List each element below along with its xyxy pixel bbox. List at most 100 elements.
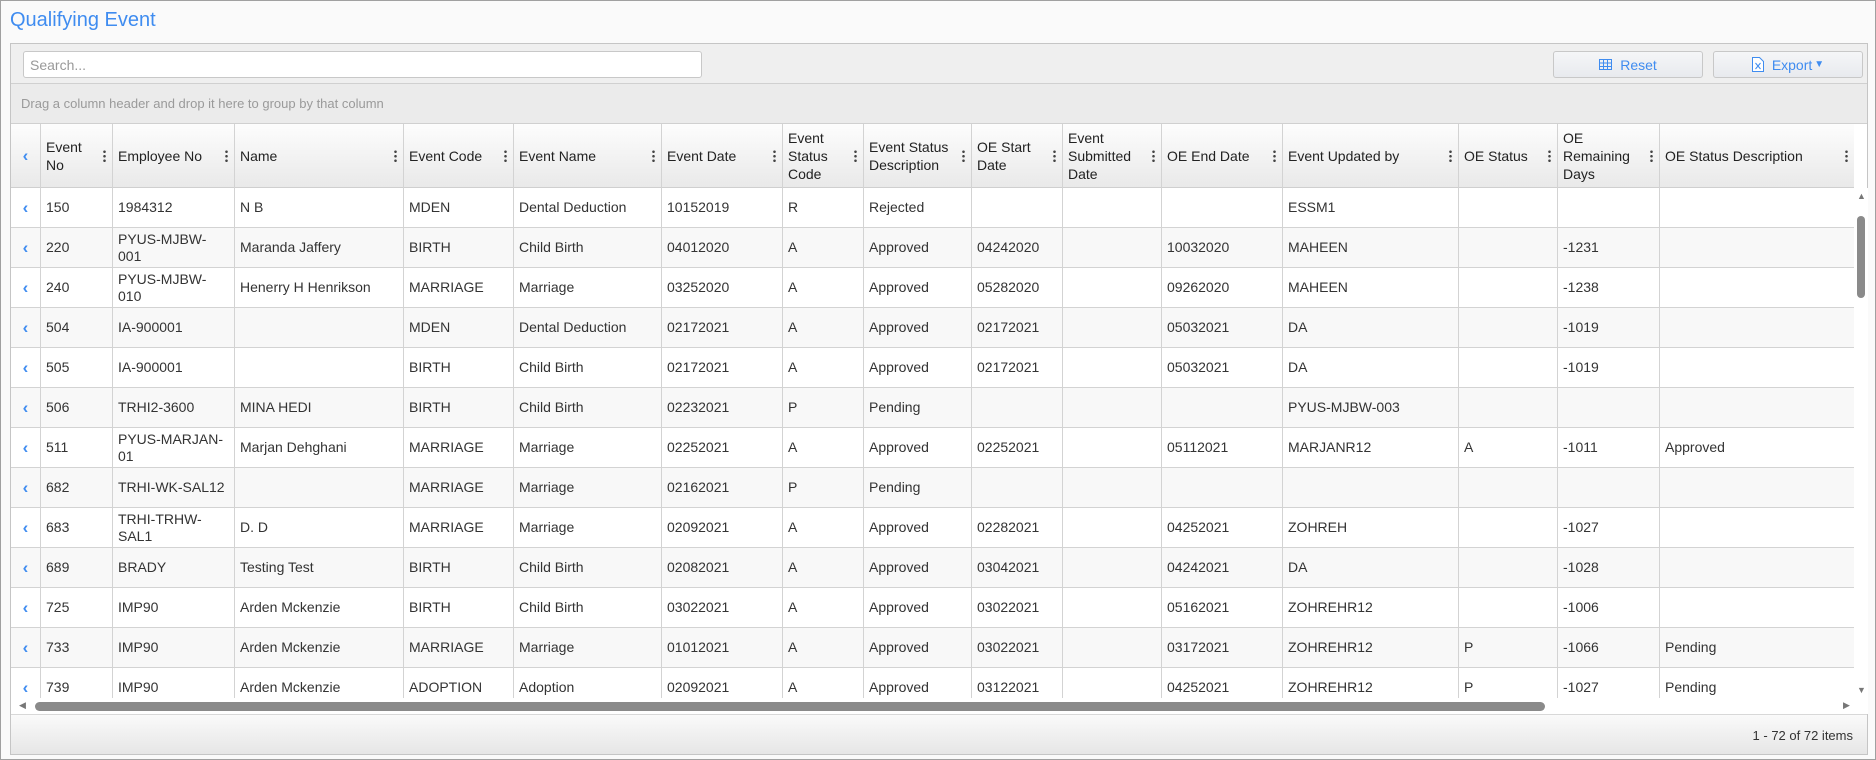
chevron-left-icon[interactable]: ‹ bbox=[23, 479, 29, 496]
table-row[interactable]: ‹ 739 IMP90 Arden Mckenzie ADOPTION Adoption 0… bbox=[11, 668, 1854, 698]
reset-button[interactable]: Reset bbox=[1553, 51, 1703, 78]
expand-row-cell[interactable]: ‹ bbox=[11, 228, 40, 267]
chevron-left-icon[interactable]: ‹ bbox=[23, 599, 29, 616]
column-header-event-name[interactable]: Event Name bbox=[513, 124, 661, 188]
chevron-left-icon[interactable]: ‹ bbox=[23, 439, 29, 456]
expand-row-cell[interactable]: ‹ bbox=[11, 308, 40, 347]
cell-employee-no: IMP90 bbox=[112, 588, 234, 627]
chevron-left-icon[interactable]: ‹ bbox=[23, 519, 29, 536]
table-row[interactable]: ‹ 689 BRADY Testing Test BIRTH Child Birth 020… bbox=[11, 548, 1854, 588]
column-header-event-updated-by[interactable]: Event Updated by bbox=[1282, 124, 1458, 188]
column-menu-icon[interactable] bbox=[1053, 149, 1056, 163]
cell-event-date: 02092021 bbox=[661, 668, 782, 698]
column-menu-icon[interactable] bbox=[854, 149, 857, 163]
table-row[interactable]: ‹ 682 TRHI-WK-SAL12 MARRIAGE Marriage 0216202… bbox=[11, 468, 1854, 508]
cell-event-status-code: A bbox=[782, 548, 863, 587]
cell-oe-status-description bbox=[1659, 348, 1854, 387]
column-menu-icon[interactable] bbox=[394, 149, 397, 163]
cell-oe-status-description bbox=[1659, 188, 1854, 227]
cell-event-status-code: A bbox=[782, 428, 863, 467]
table-row[interactable]: ‹ 150 1984312 N B MDEN Dental Deduction 101520… bbox=[11, 188, 1854, 228]
cell-oe-remaining-days: -1011 bbox=[1557, 428, 1659, 467]
scroll-down-icon[interactable]: ▼ bbox=[1857, 685, 1866, 695]
column-menu-icon[interactable] bbox=[504, 149, 507, 163]
column-menu-icon[interactable] bbox=[652, 149, 655, 163]
column-menu-icon[interactable] bbox=[225, 149, 228, 163]
cell-event-updated-by: MARJANR12 bbox=[1282, 428, 1458, 467]
export-button[interactable]: Export ▼ bbox=[1713, 51, 1863, 78]
cell-event-no: 240 bbox=[40, 268, 112, 307]
expand-row-cell[interactable]: ‹ bbox=[11, 388, 40, 427]
vertical-scrollbar[interactable]: ▲ ▼ bbox=[1854, 188, 1868, 698]
column-header-event-submitted-date[interactable]: Event Submitted Date bbox=[1062, 124, 1161, 188]
cell-oe-status-description: Pending bbox=[1659, 668, 1854, 698]
table-row[interactable]: ‹ 511 PYUS-MARJAN-01 Marjan Dehghani MARRIAG… bbox=[11, 428, 1854, 468]
chevron-left-icon[interactable]: ‹ bbox=[23, 147, 29, 165]
horizontal-scroll-thumb[interactable] bbox=[35, 702, 1545, 711]
expand-row-cell[interactable]: ‹ bbox=[11, 588, 40, 627]
cell-event-name: Child Birth bbox=[513, 588, 661, 627]
column-header-event-date[interactable]: Event Date bbox=[661, 124, 782, 188]
expand-row-cell[interactable]: ‹ bbox=[11, 348, 40, 387]
column-header-event-status-code[interactable]: Event Status Code bbox=[782, 124, 863, 188]
column-header-oe-status[interactable]: OE Status bbox=[1458, 124, 1557, 188]
expand-row-cell[interactable]: ‹ bbox=[11, 548, 40, 587]
table-row[interactable]: ‹ 683 TRHI-TRHW-SAL1 D. D MARRIAGE Marriage 02… bbox=[11, 508, 1854, 548]
cell-event-name: Child Birth bbox=[513, 228, 661, 267]
chevron-left-icon[interactable]: ‹ bbox=[23, 399, 29, 416]
column-header-name[interactable]: Name bbox=[234, 124, 403, 188]
cell-event-date: 10152019 bbox=[661, 188, 782, 227]
table-row[interactable]: ‹ 220 PYUS-MJBW-001 Maranda Jaffery BIRTH Chi… bbox=[11, 228, 1854, 268]
column-header-event-status-description[interactable]: Event Status Description bbox=[863, 124, 971, 188]
chevron-left-icon[interactable]: ‹ bbox=[23, 679, 29, 696]
search-input[interactable] bbox=[23, 51, 702, 78]
column-menu-icon[interactable] bbox=[962, 149, 965, 163]
scroll-right-icon[interactable]: ▶ bbox=[1843, 700, 1850, 711]
scroll-left-icon[interactable]: ◀ bbox=[19, 700, 26, 711]
column-header-oe-end-date[interactable]: OE End Date bbox=[1161, 124, 1282, 188]
cell-event-submitted-date bbox=[1062, 388, 1161, 427]
column-header-oe-remaining-days[interactable]: OE Remaining Days bbox=[1557, 124, 1659, 188]
table-row[interactable]: ‹ 240 PYUS-MJBW-010 Henerry H Henrikson MARR… bbox=[11, 268, 1854, 308]
column-menu-icon[interactable] bbox=[1449, 149, 1452, 163]
table-row[interactable]: ‹ 505 IA-900001 BIRTH Child Birth 02172021 A Ap… bbox=[11, 348, 1854, 388]
column-menu-icon[interactable] bbox=[103, 149, 106, 163]
expand-row-cell[interactable]: ‹ bbox=[11, 428, 40, 467]
table-row[interactable]: ‹ 504 IA-900001 MDEN Dental Deduction 0217202… bbox=[11, 308, 1854, 348]
cell-event-updated-by: ZOHREH bbox=[1282, 508, 1458, 547]
group-drop-area[interactable]: Drag a column header and drop it here to… bbox=[11, 84, 1867, 124]
chevron-left-icon[interactable]: ‹ bbox=[23, 239, 29, 256]
vertical-scroll-thumb[interactable] bbox=[1857, 216, 1865, 298]
chevron-left-icon[interactable]: ‹ bbox=[23, 279, 29, 296]
table-row[interactable]: ‹ 506 TRHI2-3600 MINA HEDI BIRTH Child Birth 0… bbox=[11, 388, 1854, 428]
chevron-left-icon[interactable]: ‹ bbox=[23, 559, 29, 576]
expand-row-cell[interactable]: ‹ bbox=[11, 188, 40, 227]
chevron-left-icon[interactable]: ‹ bbox=[23, 319, 29, 336]
table-row[interactable]: ‹ 733 IMP90 Arden Mckenzie MARRIAGE Marriage 0… bbox=[11, 628, 1854, 668]
horizontal-scrollbar[interactable]: ◀ ▶ bbox=[11, 698, 1868, 714]
column-header-event-code[interactable]: Event Code bbox=[403, 124, 513, 188]
column-menu-icon[interactable] bbox=[1845, 149, 1848, 163]
expand-row-cell[interactable]: ‹ bbox=[11, 628, 40, 667]
cell-event-code: BIRTH bbox=[403, 388, 513, 427]
expand-row-cell[interactable]: ‹ bbox=[11, 468, 40, 507]
column-header-oe-status-description[interactable]: OE Status Description bbox=[1659, 124, 1854, 188]
column-menu-icon[interactable] bbox=[1152, 149, 1155, 163]
scroll-up-icon[interactable]: ▲ bbox=[1857, 191, 1866, 201]
table-row[interactable]: ‹ 725 IMP90 Arden Mckenzie BIRTH Child Birth 0… bbox=[11, 588, 1854, 628]
expand-row-cell[interactable]: ‹ bbox=[11, 508, 40, 547]
column-menu-icon[interactable] bbox=[1650, 149, 1653, 163]
column-header-event-no[interactable]: Event No bbox=[40, 124, 112, 188]
cell-oe-status-description bbox=[1659, 308, 1854, 347]
column-header-oe-start-date[interactable]: OE Start Date bbox=[971, 124, 1062, 188]
column-menu-icon[interactable] bbox=[1273, 149, 1276, 163]
expand-row-cell[interactable]: ‹ bbox=[11, 268, 40, 307]
column-menu-icon[interactable] bbox=[773, 149, 776, 163]
expand-column-header[interactable]: ‹ bbox=[11, 124, 40, 188]
column-header-employee-no[interactable]: Employee No bbox=[112, 124, 234, 188]
chevron-left-icon[interactable]: ‹ bbox=[23, 639, 29, 656]
chevron-left-icon[interactable]: ‹ bbox=[23, 359, 29, 376]
column-menu-icon[interactable] bbox=[1548, 149, 1551, 163]
chevron-left-icon[interactable]: ‹ bbox=[23, 199, 29, 216]
expand-row-cell[interactable]: ‹ bbox=[11, 668, 40, 698]
